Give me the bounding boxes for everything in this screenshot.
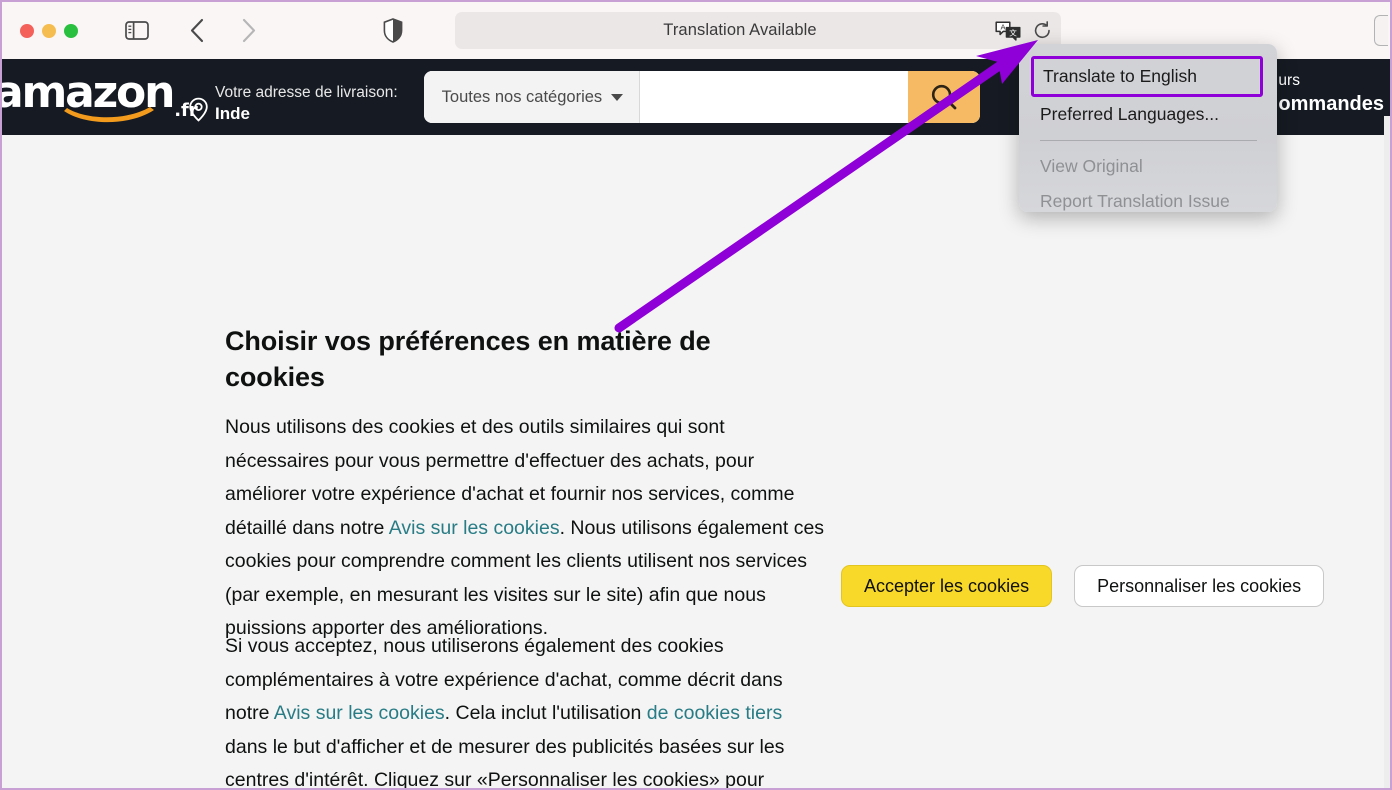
chevron-down-icon [611,93,624,101]
search-bar: Toutes nos catégories [423,71,980,123]
delivery-label: Votre adresse de livraison: [215,84,398,102]
search-submit-button[interactable] [907,71,980,123]
menu-item-preferred-languages[interactable]: Preferred Languages... [1019,97,1277,132]
reload-icon[interactable] [1029,18,1055,44]
svg-text:A: A [1000,22,1005,31]
cookie-p2-text-2: . Cela inclut l'utilisation [444,702,647,724]
minimize-window-button[interactable] [42,23,56,38]
cookie-p2-text-3: dans le but d'afficher et de mesurer des… [225,735,785,789]
cookie-notice-link-2[interactable]: Avis sur les cookies [274,702,445,724]
menu-item-translate-to-english[interactable]: Translate to English [1031,56,1263,97]
cookie-action-buttons: Accepter les cookies Personnaliser les c… [841,565,1325,607]
shield-icon[interactable] [376,16,410,46]
toolbar-overflow-stub[interactable] [1374,15,1388,46]
customize-cookies-button[interactable]: Personnaliser les cookies [1074,565,1325,607]
search-category-dropdown[interactable]: Toutes nos catégories [423,71,641,123]
menu-separator [1040,140,1257,141]
address-bar[interactable]: Translation Available A 文 [455,12,1061,49]
cookie-paragraph-2: Si vous acceptez, nous utiliserons égale… [225,630,825,788]
cookie-notice-link-1[interactable]: Avis sur les cookies [389,517,560,539]
search-category-label: Toutes nos catégories [441,87,603,106]
window-controls [20,23,78,38]
address-bar-text: Translation Available [663,21,817,39]
search-input[interactable] [640,71,908,123]
delivery-value: Inde [215,103,250,123]
returns-label-line2: ommandes [1278,93,1384,116]
translate-dropdown-menu: Translate to English Preferred Languages… [1019,44,1277,212]
page-title: Choisir vos préférences en matière de co… [225,326,711,392]
search-icon [931,84,957,110]
amazon-logo[interactable]: amazon .fr [2,67,198,127]
svg-text:文: 文 [1009,27,1017,37]
chevron-left-icon[interactable] [180,16,214,46]
returns-label-line1: urs [1278,72,1300,89]
maximize-window-button[interactable] [64,23,78,38]
chevron-right-icon[interactable] [232,16,266,46]
cookie-paragraph-1: Nous utilisons des cookies et des outils… [225,411,825,646]
close-window-button[interactable] [20,23,34,38]
third-party-cookies-link[interactable]: de cookies tiers [647,702,782,724]
menu-item-report-translation-issue: Report Translation Issue [1040,191,1230,211]
sidebar-icon[interactable] [120,16,154,46]
returns-and-orders-link[interactable]: urs ommandes [1278,71,1384,117]
amazon-logo-tld: .fr [174,100,198,121]
accept-cookies-button[interactable]: Accepter les cookies [841,565,1053,607]
delivery-address[interactable]: Votre adresse de livraison: Inde [188,70,398,124]
translate-icon[interactable]: A 文 [993,18,1023,44]
amazon-smile-icon [64,107,154,123]
page-scroll-gutter[interactable] [1384,116,1390,788]
browser-window: Translation Available A 文 amazon .fr Vot… [0,0,1392,790]
menu-item-view-original: View Original [1040,156,1143,176]
